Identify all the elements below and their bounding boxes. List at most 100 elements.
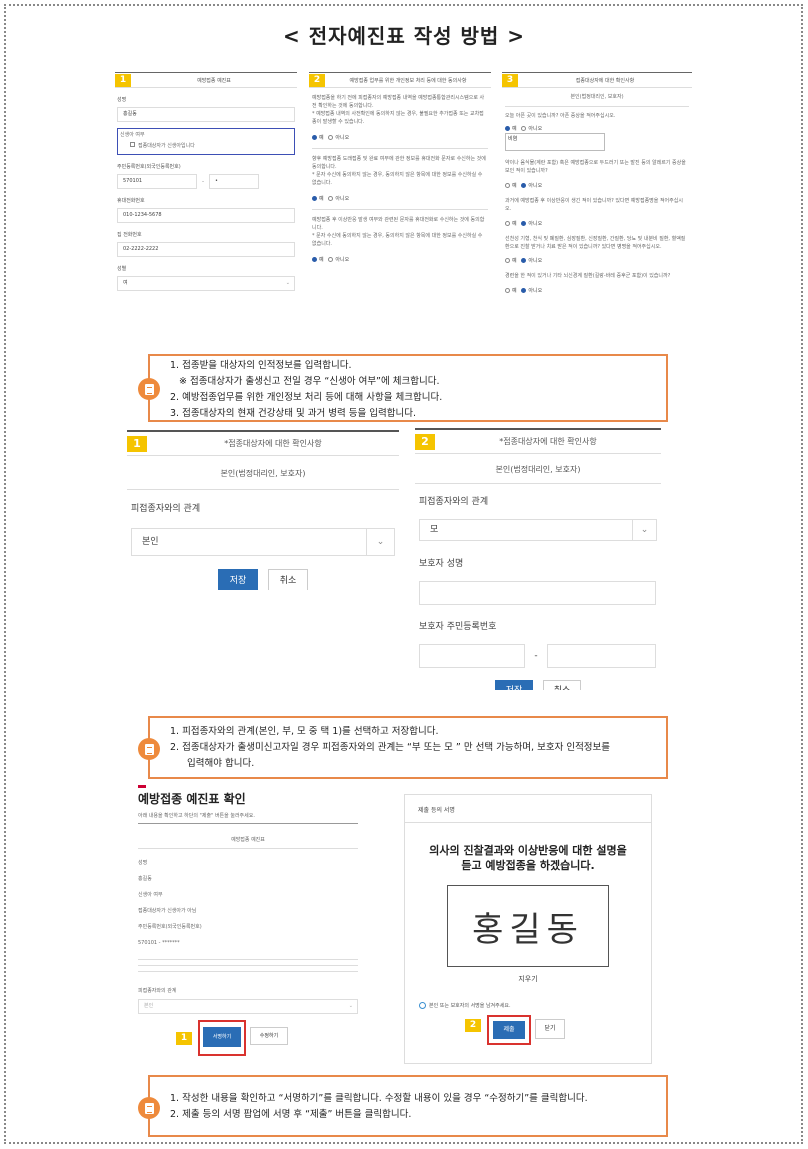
submit-button[interactable]: 제출 — [493, 1021, 525, 1039]
question-5: 경련을 한 적이 있거나 기타 뇌신경계 질환(길랑-바레 증후군 포함)이 있… — [505, 273, 671, 279]
yes-label: 예 — [319, 257, 324, 263]
consent-2-no-radio[interactable]: 아니오 — [328, 196, 349, 202]
panel-subtitle: 본인(법정대리인, 보호자) — [505, 88, 689, 107]
step-badge: 3 — [502, 73, 518, 87]
panel-title: 접종대상자에 대한 확인사항 — [575, 77, 635, 84]
consent-2-text: 향후 예방접종 도래접종 및 완료 여부에 관한 정보를 휴대전화 문자로 수신… — [312, 156, 486, 170]
yes-label: 예 — [319, 196, 324, 202]
consent-1-no-radio[interactable]: 아니오 — [328, 135, 349, 141]
consent-1-yes-radio[interactable]: 예 — [312, 135, 324, 141]
relation-select[interactable]: 본인 ⌄ — [131, 528, 395, 556]
home-phone-input[interactable]: 02-2222-2222 — [117, 242, 295, 257]
question-3: 과거에 예방접종 후 이상반응이 생긴 적이 있습니까? 있다면 예방접종명을 … — [505, 198, 683, 212]
panel-header: 2 예방접종 업무를 위한 개인정보 처리 등에 대한 동의사항 — [309, 72, 491, 88]
rrn-back-input[interactable]: • — [209, 174, 259, 189]
document-icon — [138, 738, 160, 760]
step-badge: 2 — [415, 433, 435, 450]
guardian-name-label: 보호자 성명 — [419, 559, 464, 569]
s3-signature-popup: 제출 등의 서명 의사의 진찰결과와 이상반응에 대한 설명을 듣고 예방접종을… — [404, 794, 652, 1064]
q5-no-radio[interactable]: 아니오 — [521, 288, 542, 294]
consent-3-no-radio[interactable]: 아니오 — [328, 257, 349, 263]
home-phone-label: 집 전화번호 — [117, 232, 142, 238]
gender-value: 여 — [123, 280, 128, 286]
note-1-line-2: ※ 접종대상자가 출생신고 전일 경우 “신생아 여부”에 체크합니다. — [179, 376, 440, 387]
submit-button-highlight: 제출 — [487, 1015, 531, 1045]
popup-hint: 본인 또는 보호자의 서명을 남겨주세요. — [429, 1003, 511, 1009]
step-badge: 1 — [127, 435, 147, 452]
guardian-rrn-front-input[interactable] — [419, 644, 525, 668]
rrn-dash: - — [534, 651, 538, 661]
step-badge: 1 — [115, 73, 131, 87]
consent-3-note: * 문자 수신에 동의하지 않는 경우, 동의하지 않은 항목에 대한 정보를 … — [312, 233, 483, 247]
consent-3-text: 예방접종 후 이상반응 발생 여부와 관련된 문자를 휴대전화로 수신하는 것에… — [312, 217, 485, 231]
mobile-input[interactable]: 010-1234-5678 — [117, 208, 295, 223]
s3-review-panel: 예방접종 예진표 확인 아래 내용을 확인하고 하단의 "제출" 버튼을 눌러주… — [138, 785, 358, 1070]
review-rrn-value: 570101 - ******* — [138, 940, 180, 946]
s1-panel-personal-info: 1 예방접종 예진표 성명 홍길동 신생아 여부 접종대상자가 신생아입니다 주민… — [115, 72, 297, 342]
consent-2-yes-radio[interactable]: 예 — [312, 196, 324, 202]
review-newborn-label: 신생아 여부 — [138, 892, 163, 898]
relation-label: 피접종자와의 관계 — [131, 504, 201, 514]
q2-yes-radio[interactable]: 예 — [505, 183, 517, 189]
q4-no-radio[interactable]: 아니오 — [521, 258, 542, 264]
panel-header: 1 예방접종 예진표 — [115, 72, 297, 88]
q3-no-radio[interactable]: 아니오 — [521, 221, 542, 227]
close-button[interactable]: 닫기 — [535, 1019, 565, 1039]
edit-button[interactable]: 수정하기 — [250, 1027, 288, 1045]
erase-button[interactable]: 지우기 — [405, 974, 651, 984]
cancel-button[interactable]: 취소 — [543, 680, 581, 690]
relation-select[interactable]: 모 ⌄ — [419, 519, 657, 541]
guardian-name-input[interactable] — [419, 581, 656, 605]
save-button[interactable]: 저장 — [495, 680, 533, 690]
q2-no-radio[interactable]: 아니오 — [521, 183, 542, 189]
q3-yes-radio[interactable]: 예 — [505, 221, 517, 227]
note-1-line-4: 3. 접종대상자의 현재 건강상태 및 과거 병력 등을 입력합니다. — [170, 408, 417, 419]
save-button[interactable]: 저장 — [218, 569, 258, 590]
relation-value: 모 — [430, 525, 439, 535]
s1-panel-consent: 2 예방접종 업무를 위한 개인정보 처리 등에 대한 동의사항 예방접종을 하기… — [309, 72, 491, 322]
review-desc: 아래 내용을 확인하고 하단의 "제출" 버튼을 눌러주세요. — [138, 812, 358, 824]
q5-yes-radio[interactable]: 예 — [505, 288, 517, 294]
gender-select[interactable]: 여 ⌄ — [117, 276, 295, 291]
mobile-label: 휴대전화번호 — [117, 198, 145, 204]
no-label: 아니오 — [528, 126, 543, 132]
q1-no-radio[interactable]: 아니오 — [521, 126, 542, 132]
review-name-value: 홍길동 — [138, 876, 152, 882]
instruction-note-2: 1. 피접종자와의 관계(본인, 부, 모 중 택 1)를 선택하고 저장합니다… — [138, 716, 668, 779]
review-relation-label: 피접종자와의 관계 — [138, 988, 177, 994]
newborn-label: 신생아 여부 — [120, 132, 145, 138]
review-relation-value: 본인 — [144, 1003, 154, 1009]
yes-label: 예 — [512, 126, 517, 132]
consent-3-yes-radio[interactable]: 예 — [312, 257, 324, 263]
cancel-button[interactable]: 취소 — [268, 569, 308, 590]
yes-label: 예 — [512, 288, 517, 294]
panel-title: 예방접종 예진표 — [197, 77, 231, 84]
q1-textarea[interactable]: 비염 — [505, 133, 605, 151]
name-input[interactable]: 홍길동 — [117, 107, 295, 122]
no-label: 아니오 — [335, 135, 350, 141]
consent-1-text: 예방접종을 하기 전에 피접종자의 예방접종 내역을 예방접종통합관리시스템으로… — [312, 95, 485, 109]
panel-header: 2 *접종대상자에 대한 확인사항 — [415, 428, 661, 454]
newborn-checkbox[interactable] — [130, 142, 135, 147]
q1-yes-radio[interactable]: 예 — [505, 126, 517, 132]
popup-header: 제출 등의 서명 — [405, 795, 651, 823]
document-icon — [138, 1097, 160, 1119]
rrn-dash: - — [202, 178, 204, 185]
yes-label: 예 — [512, 221, 517, 227]
name-label: 성명 — [117, 97, 127, 103]
popup-consent-line-1: 의사의 진찰결과와 이상반응에 대한 설명을 — [429, 844, 627, 857]
rrn-front-input[interactable]: 570101 — [117, 174, 197, 189]
sign-button[interactable]: 서명하기 — [203, 1027, 241, 1047]
no-label: 아니오 — [528, 258, 543, 264]
relation-label: 피접종자와의 관계 — [419, 497, 489, 507]
divider — [138, 971, 358, 977]
review-header: 예방접종 예진표 — [138, 830, 358, 849]
question-4: 선천성 기형, 천식 및 폐질환, 심장질환, 신장질환, 간질환, 당뇨 및 … — [505, 236, 686, 250]
signature-pad[interactable]: 홍길동 — [447, 885, 609, 967]
chevron-down-icon: ⌄ — [632, 520, 656, 540]
rrn-label: 주민등록번호(외국인등록번호) — [117, 164, 181, 170]
yes-label: 예 — [512, 183, 517, 189]
q4-yes-radio[interactable]: 예 — [505, 258, 517, 264]
guardian-rrn-back-input[interactable] — [547, 644, 656, 668]
flag-mark — [138, 785, 146, 788]
